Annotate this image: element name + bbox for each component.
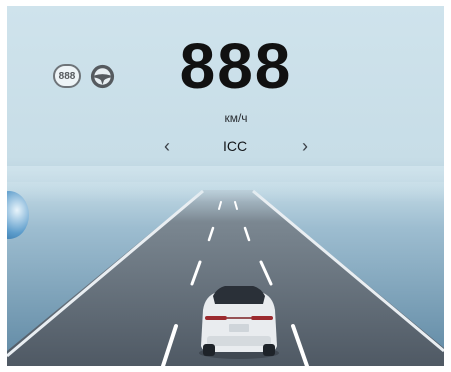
speed-readout: 888 <box>179 30 293 102</box>
cluster-display: 888 888 км/ч ‹ ICC › <box>7 6 444 366</box>
speed-unit-label: км/ч <box>224 111 248 125</box>
speed-limit-icon: 888 <box>53 64 81 88</box>
speed-limit-value: 888 <box>58 70 76 82</box>
horizon-fog <box>7 166 444 202</box>
steering-wheel-icon <box>90 64 115 89</box>
chevron-left-icon[interactable]: ‹ <box>157 134 177 158</box>
adas-mode-label: ICC <box>222 138 248 154</box>
chevron-right-icon[interactable]: › <box>295 134 315 158</box>
ego-car-icon <box>199 286 279 359</box>
